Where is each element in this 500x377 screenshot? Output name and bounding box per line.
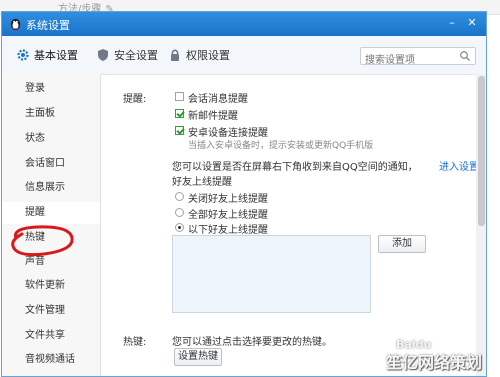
friend-online-title: 好友上线提醒 — [172, 177, 232, 188]
settings-window: 系统设置 – ✕ 基本设置 安全设置 权限设置 登录 主面板 状态 会话窗口 信… — [1, 11, 487, 377]
sidebar-item-login[interactable]: 登录 — [2, 78, 100, 100]
window-title: 系统设置 — [26, 19, 70, 32]
tab-security-settings[interactable]: 安全设置 — [96, 46, 158, 64]
scrollbar-thumb[interactable] — [478, 76, 485, 226]
friend-online-selected-radio[interactable] — [175, 223, 184, 232]
sidebar-item-file-sharing[interactable]: 文件共享 — [2, 325, 100, 347]
android-device-reminder-label: 安卓设备连接提醒 — [188, 128, 268, 139]
tab-label: 安全设置 — [114, 49, 158, 62]
set-hotkey-button[interactable]: 设置热键 — [174, 348, 222, 366]
close-button[interactable]: ✕ — [464, 15, 480, 31]
add-friend-button[interactable]: 添加 — [378, 235, 426, 253]
friend-online-off-label: 关闭好友上线提醒 — [188, 194, 268, 205]
session-message-reminder-label: 会话消息提醒 — [188, 94, 248, 105]
hotkey-section-label: 热键: — [123, 337, 147, 348]
gear-icon — [17, 49, 29, 61]
friend-online-selected-label: 以下好友上线提醒 — [188, 225, 268, 236]
new-mail-reminder-label: 新邮件提醒 — [188, 111, 238, 122]
search-input[interactable] — [365, 53, 455, 68]
new-mail-reminder-checkbox[interactable] — [175, 109, 184, 118]
window-titlebar: 系统设置 – ✕ — [2, 12, 486, 36]
tab-label: 基本设置 — [34, 49, 78, 62]
search-icon[interactable] — [459, 50, 471, 62]
penguin-logo-icon — [10, 18, 21, 31]
lock-icon — [171, 49, 179, 61]
hotkey-description: 您可以通过点击选择要更改的热键。 — [172, 337, 332, 348]
settings-search — [360, 47, 476, 68]
sidebar-item-status[interactable]: 状态 — [2, 128, 100, 150]
tab-permission-settings[interactable]: 权限设置 — [168, 46, 230, 64]
shield-icon — [98, 49, 108, 61]
sidebar-item-software-update[interactable]: 软件更新 — [2, 275, 100, 297]
reminder-section-label: 提醒: — [123, 94, 147, 105]
sidebar-item-av-call[interactable]: 音视频通话 — [2, 349, 100, 371]
session-message-reminder-checkbox[interactable] — [175, 92, 184, 101]
friend-online-all-radio[interactable] — [175, 208, 184, 217]
android-device-reminder-checkbox[interactable] — [175, 126, 184, 135]
sidebar-item-info-display[interactable]: 信息展示 — [2, 177, 100, 199]
sidebar-item-main-panel[interactable]: 主面板 — [2, 103, 100, 125]
minimize-button[interactable]: – — [444, 15, 460, 31]
red-annotation-circle — [11, 225, 74, 257]
qzone-notice-text: 您可以设置是否在屏幕右下角收到来自QQ空间的通知， — [172, 162, 418, 173]
watermark-text: 笙亿网络策划 — [386, 353, 483, 372]
settings-tabbar: 基本设置 安全设置 权限设置 — [2, 36, 486, 75]
tab-label: 权限设置 — [186, 49, 230, 62]
tab-basic-settings[interactable]: 基本设置 — [16, 46, 78, 64]
friend-online-off-radio[interactable] — [175, 192, 184, 201]
android-device-hint: 当插入安卓设备时，提示安装或更新QQ手机版 — [188, 141, 374, 151]
sidebar-item-chat-window[interactable]: 会话窗口 — [2, 153, 100, 175]
watermark: Baidu 笙亿网络策划 — [386, 331, 496, 373]
sidebar-item-reminder[interactable]: 提醒 — [2, 202, 100, 224]
friend-list-box[interactable] — [172, 235, 371, 313]
friend-online-all-label: 全部好友上线提醒 — [188, 210, 268, 221]
sidebar-item-file-management[interactable]: 文件管理 — [2, 300, 100, 322]
